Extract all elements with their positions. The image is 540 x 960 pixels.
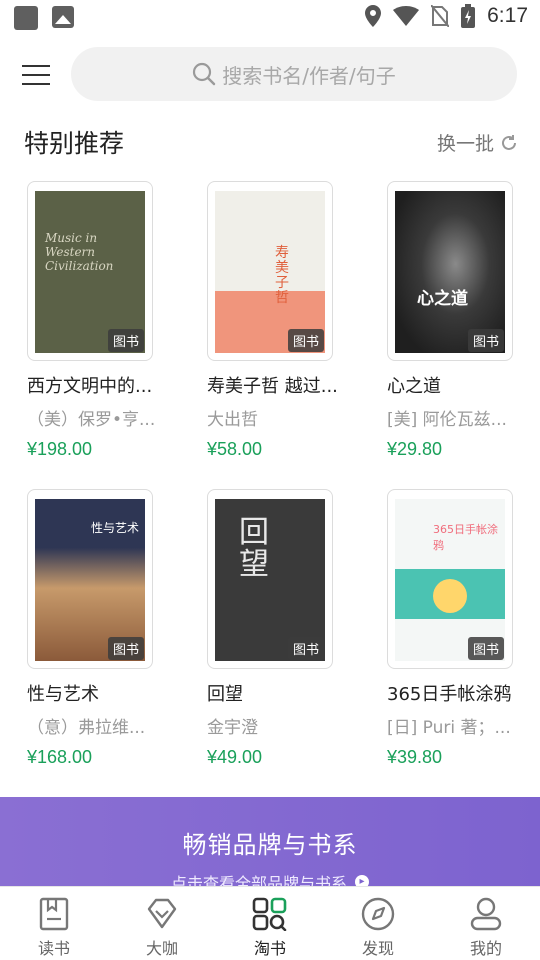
book-author: [日] Puri 著；... (387, 718, 511, 738)
nav-label: 淘书 (253, 939, 286, 958)
status-bar: 6:17 (0, 0, 540, 36)
wifi-icon (393, 6, 420, 26)
book-title: 心之道 (387, 376, 441, 397)
book-price: ¥39.80 (387, 747, 443, 767)
nav-label: 大咖 (145, 939, 178, 958)
nav-item-shop[interactable]: 淘书 (216, 887, 324, 960)
book-cover[interactable]: 心之道 图书 (387, 181, 513, 361)
book-author: （意）弗拉维... (27, 718, 146, 738)
book-author: 金宇澄 (207, 718, 258, 738)
book-cover[interactable]: 365日手帐涂鸦 图书 (387, 489, 513, 669)
nav-item-profile[interactable]: 我的 (432, 887, 540, 960)
book-price: ¥168.00 (27, 747, 93, 767)
book-cover[interactable]: 寿美子哲 图书 (207, 181, 333, 361)
brand-banner[interactable]: 畅销品牌与书系 点击查看全部品牌与书系 ▸ (0, 797, 540, 893)
cover-art-text: 寿美子哲 (275, 245, 289, 306)
search-input[interactable]: 搜索书名/作者/句子 (71, 47, 517, 101)
book-author: 大出哲 (207, 410, 258, 430)
book-cover[interactable]: Music in Western Civilization 图书 (27, 181, 153, 361)
banner-title: 畅销品牌与书系 (182, 831, 358, 859)
search-icon (193, 62, 216, 86)
book-price: ¥198.00 (27, 439, 93, 459)
book-title: 寿美子哲 越过... (207, 376, 338, 397)
book-title: 性与艺术 (27, 684, 99, 705)
book-card[interactable]: 回望 图书 回望 金宇澄 ¥49.00 (207, 489, 377, 768)
cover-title-text: 365日手帐涂鸦 (433, 523, 498, 552)
book-card[interactable]: 性与艺术 图书 性与艺术 （意）弗拉维... ¥168.00 (27, 489, 197, 768)
book-cover[interactable]: 回望 图书 (207, 489, 333, 669)
book-price: ¥29.80 (387, 439, 443, 459)
book-title: 回望 (207, 684, 243, 705)
book-tag: 图书 (467, 637, 504, 660)
book-price: ¥49.00 (207, 747, 263, 767)
refresh-icon (502, 134, 516, 150)
book-cover[interactable]: 性与艺术 图书 (27, 489, 153, 669)
nav-item-discover[interactable]: 发现 (324, 887, 432, 960)
book-title: 365日手帐涂鸦 (387, 684, 512, 705)
shop-grid-icon (252, 897, 287, 931)
cover-title-text: Music in Western Civilization (45, 231, 114, 273)
book-tag: 图书 (287, 329, 324, 352)
book-tag: 图书 (467, 329, 504, 352)
cover-title-text: 性与艺术 (91, 521, 140, 535)
book-card[interactable]: Music in Western Civilization 图书 西方文明中的.… (27, 181, 197, 460)
no-sim-icon (431, 5, 450, 27)
book-tag: 图书 (107, 329, 144, 352)
search-placeholder: 搜索书名/作者/句子 (222, 63, 396, 88)
book-icon (39, 897, 69, 931)
section-title: 特别推荐 (24, 129, 125, 158)
location-icon (365, 5, 382, 27)
book-card[interactable]: 心之道 图书 心之道 [美] 阿伦瓦兹... ¥29.80 (387, 181, 540, 460)
cover-title-text: 心之道 (417, 289, 468, 309)
bottom-nav: 读书 大咖 淘书 发现 我的 (0, 886, 540, 960)
image-notification-icon (52, 6, 74, 28)
book-card[interactable]: 365日手帐涂鸦 图书 365日手帐涂鸦 [日] Puri 著；... ¥39.… (387, 489, 540, 768)
nav-label: 读书 (37, 939, 70, 958)
nav-item-experts[interactable]: 大咖 (108, 887, 216, 960)
diamond-icon (147, 898, 177, 929)
book-tag: 图书 (287, 637, 324, 660)
book-card[interactable]: 寿美子哲 图书 寿美子哲 越过... 大出哲 ¥58.00 (207, 181, 377, 460)
profile-icon (470, 897, 502, 931)
battery-icon (461, 4, 476, 28)
book-author: [美] 阿伦瓦兹... (387, 410, 507, 430)
nav-label: 发现 (361, 939, 394, 958)
nav-item-read[interactable]: 读书 (0, 887, 108, 960)
app-notification-icon (14, 6, 38, 30)
nav-label: 我的 (469, 939, 502, 958)
refresh-label: 换一批 (436, 133, 494, 155)
book-price: ¥58.00 (207, 439, 263, 459)
book-author: （美）保罗•亨... (27, 410, 156, 430)
cover-title-text: 回望 (239, 515, 269, 582)
compass-icon (361, 897, 395, 931)
refresh-button[interactable]: 换一批 (437, 129, 518, 156)
clock: 6:17 (487, 4, 528, 27)
menu-list-icon[interactable] (20, 60, 52, 90)
book-title: 西方文明中的... (27, 376, 153, 397)
book-tag: 图书 (107, 637, 144, 660)
